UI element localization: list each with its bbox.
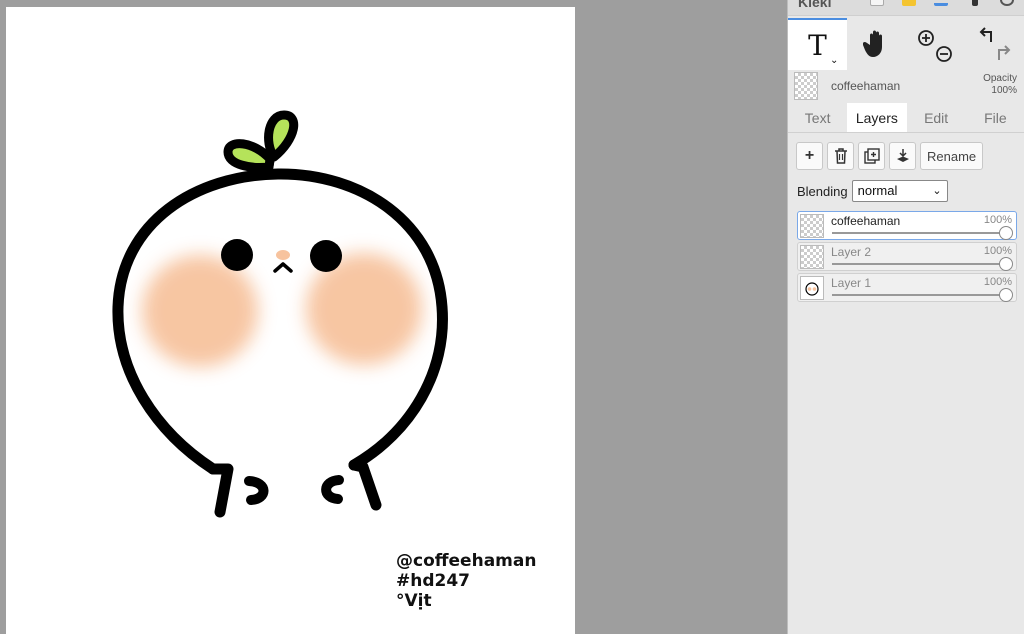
- merge-down-icon: [896, 149, 909, 162]
- current-layer-preview: coffeehaman Opacity 100%: [788, 70, 1024, 102]
- undo-redo-button[interactable]: [965, 18, 1024, 70]
- blending-value: normal: [857, 183, 898, 198]
- workspace[interactable]: @coffeehaman #hd247 °Vịt: [0, 0, 787, 634]
- right-foot: [321, 475, 344, 504]
- app-header: Kleki: [788, 0, 1024, 16]
- duplicate-layer-button[interactable]: [858, 142, 885, 170]
- blending-label: Blending: [797, 183, 848, 199]
- layer-opacity: 100%: [983, 245, 1012, 257]
- layer-name: Layer 1: [831, 276, 872, 290]
- blending-select[interactable]: normal ⌄: [851, 180, 948, 202]
- opacity-slider-handle[interactable]: [999, 288, 1013, 302]
- watermark-line: @coffeehaman: [396, 551, 537, 571]
- layer-row-coffeehaman[interactable]: coffeehaman 100%: [797, 211, 1017, 240]
- layer-thumbnail: [800, 276, 824, 300]
- rename-layer-button[interactable]: Rename: [920, 142, 984, 170]
- layer-opacity: 100%: [983, 214, 1012, 226]
- opacity-slider-track[interactable]: [832, 263, 1004, 265]
- opacity-slider-handle[interactable]: [999, 226, 1013, 240]
- side-panel: Kleki T ⌄ coffeehaman Opacity 100% Text …: [787, 0, 1024, 634]
- right-leaf: [264, 110, 299, 162]
- right-leg: [348, 459, 382, 511]
- opacity-label: Opacity: [983, 73, 1017, 84]
- app-logo: Kleki: [798, 0, 832, 10]
- opacity-slider-track[interactable]: [832, 232, 1004, 234]
- watermark-line: #hd247: [396, 571, 471, 591]
- hand-icon: [862, 30, 882, 57]
- plus-icon: +: [804, 147, 815, 164]
- text-tool-glyph: T: [808, 28, 827, 62]
- character-thumbnail: [805, 282, 819, 296]
- layer-list: coffeehaman 100% Layer 2 100% Layer 1 10…: [797, 211, 1017, 304]
- layer-row-layer-1[interactable]: Layer 1 100%: [797, 273, 1017, 302]
- left-foot: [244, 476, 269, 505]
- watermark-text: @coffeehaman #hd247 °Vịt: [396, 551, 536, 611]
- save-icon[interactable]: [902, 0, 916, 6]
- brush-icon[interactable]: [972, 0, 978, 6]
- tab-layers[interactable]: Layers: [847, 103, 907, 132]
- watermark-line: °Vịt: [396, 591, 432, 611]
- opacity-readout: Opacity 100%: [983, 73, 1017, 97]
- mouth: [273, 262, 293, 273]
- layer-thumbnail: [800, 214, 824, 238]
- nose: [276, 250, 290, 260]
- opacity-slider-track[interactable]: [832, 294, 1004, 296]
- layer-name: Layer 2: [831, 245, 872, 259]
- layer-actions: + Rename: [796, 142, 984, 170]
- layers-panel: + Rename Blending normal ⌄ coffeehaman 1…: [788, 133, 1024, 634]
- tool-bar: T ⌄: [788, 18, 1024, 70]
- layer-opacity: 100%: [983, 276, 1012, 288]
- zoom-in-out-icon: [917, 30, 952, 62]
- left-eye: [221, 239, 253, 271]
- right-eye: [310, 240, 342, 272]
- left-cheek-blush: [142, 255, 258, 367]
- text-tool-button[interactable]: T ⌄: [788, 18, 847, 70]
- delete-layer-button[interactable]: [827, 142, 854, 170]
- chevron-down-icon: ⌄: [932, 185, 942, 197]
- layer-name: coffeehaman: [831, 214, 901, 228]
- left-leg: [207, 463, 234, 518]
- opacity-slider-handle[interactable]: [999, 257, 1013, 271]
- add-layer-button[interactable]: +: [796, 142, 823, 170]
- drawing-canvas[interactable]: @coffeehaman #hd247 °Vịt: [6, 7, 575, 634]
- character-drawing: [112, 110, 448, 518]
- help-icon[interactable]: [1000, 0, 1014, 6]
- trash-icon: [834, 148, 847, 164]
- new-icon[interactable]: [870, 0, 884, 6]
- tab-edit[interactable]: Edit: [907, 103, 966, 132]
- hand-tool-button[interactable]: [847, 18, 906, 70]
- current-layer-name: coffeehaman: [831, 79, 901, 93]
- layer-thumbnail: [800, 245, 824, 269]
- layer-row-layer-2[interactable]: Layer 2 100%: [797, 242, 1017, 271]
- opacity-value: 100%: [991, 85, 1017, 96]
- share-icon[interactable]: [934, 0, 948, 6]
- duplicate-icon: [863, 148, 880, 164]
- tab-text[interactable]: Text: [788, 103, 847, 132]
- tab-file[interactable]: File: [966, 103, 1024, 132]
- zoom-tool-button[interactable]: [906, 18, 965, 70]
- merge-down-button[interactable]: [889, 142, 916, 170]
- undo-redo-icon: [979, 27, 1010, 60]
- panel-tabs: Text Layers Edit File: [788, 103, 1024, 133]
- left-leaf: [223, 139, 275, 172]
- blending-control: Blending normal ⌄: [797, 180, 948, 202]
- layer-thumbnail: [794, 72, 818, 100]
- chevron-down-icon[interactable]: ⌄: [830, 55, 838, 66]
